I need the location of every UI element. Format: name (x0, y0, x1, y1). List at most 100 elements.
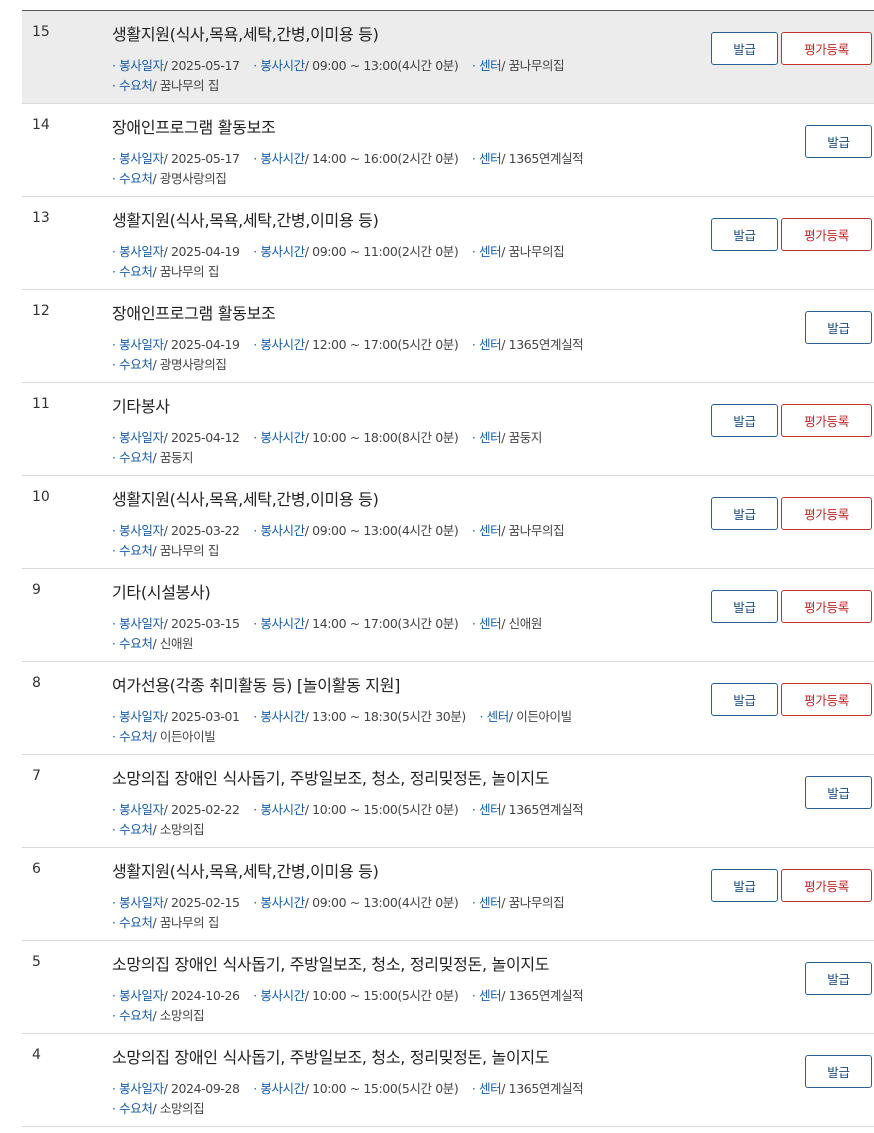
volunteer-time: 12:00 ~ 17:00(5시간 0분) (312, 337, 459, 352)
volunteer-time: 13:00 ~ 18:30(5시간 30분) (312, 709, 466, 724)
volunteer-time: 10:00 ~ 15:00(5시간 0분) (312, 802, 459, 817)
list-item: 7 소망의집 장애인 식사돕기, 주방일보조, 청소, 정리밎정돈, 놀이지도 … (22, 755, 874, 848)
recipient-name: 꿈나무의 집 (159, 543, 219, 558)
issue-certificate-button[interactable]: 발급 (805, 1055, 872, 1088)
activity-title: 기타(시설봉사) (112, 583, 211, 602)
list-item: 4 소망의집 장애인 식사돕기, 주방일보조, 청소, 정리밎정돈, 놀이지도 … (22, 1034, 874, 1127)
activity-title: 장애인프로그램 활동보조 (112, 304, 276, 323)
record-meta-line: · 봉사일자/ 2025-03-22 · 봉사시간/ 09:00 ~ 13:00… (112, 523, 565, 538)
volunteer-time: 10:00 ~ 15:00(5시간 0분) (312, 1081, 459, 1096)
center-name: 꿈나무의집 (508, 523, 565, 538)
recipient-name: 이든아이빌 (159, 729, 216, 744)
record-number: 13 (32, 210, 50, 226)
activity-title: 소망의집 장애인 식사돕기, 주방일보조, 청소, 정리밎정돈, 놀이지도 (112, 769, 550, 788)
recipient-name: 소망의집 (159, 1101, 205, 1116)
recipient-label: · 수요처 (112, 729, 153, 744)
record-meta-line: · 봉사일자/ 2024-10-26 · 봉사시간/ 10:00 ~ 15:00… (112, 988, 584, 1003)
record-recipient-line: · 수요처/ 꿈나무의 집 (112, 264, 219, 279)
record-meta-line: · 봉사일자/ 2025-02-22 · 봉사시간/ 10:00 ~ 15:00… (112, 802, 584, 817)
date-label: · 봉사일자 (112, 895, 164, 910)
issue-certificate-button[interactable]: 발급 (805, 962, 872, 995)
date-label: · 봉사일자 (112, 58, 164, 73)
volunteer-date: 2025-02-22 (170, 802, 240, 817)
recipient-label: · 수요처 (112, 636, 153, 651)
date-label: · 봉사일자 (112, 1081, 164, 1096)
register-evaluation-button[interactable]: 평가등록 (781, 683, 872, 716)
register-evaluation-button[interactable]: 평가등록 (781, 590, 872, 623)
volunteer-date: 2025-03-22 (170, 523, 240, 538)
issue-certificate-button[interactable]: 발급 (711, 590, 778, 623)
center-name: 1365연계실적 (508, 337, 584, 352)
center-label: · 센터 (471, 616, 502, 631)
volunteer-record-list: 15 생활지원(식사,목욕,세탁,간병,이미용 등) · 봉사일자/ 2025-… (22, 10, 874, 1127)
time-label: · 봉사시간 (253, 895, 305, 910)
recipient-label: · 수요처 (112, 171, 153, 186)
register-evaluation-button[interactable]: 평가등록 (781, 869, 872, 902)
activity-title: 소망의집 장애인 식사돕기, 주방일보조, 청소, 정리밎정돈, 놀이지도 (112, 955, 550, 974)
record-recipient-line: · 수요처/ 광명사랑의집 (112, 171, 227, 186)
register-evaluation-button[interactable]: 평가등록 (781, 497, 872, 530)
recipient-name: 꿈나무의 집 (159, 264, 219, 279)
center-name: 신애원 (508, 616, 543, 631)
date-label: · 봉사일자 (112, 802, 164, 817)
record-recipient-line: · 수요처/ 소망의집 (112, 1101, 205, 1116)
time-label: · 봉사시간 (253, 616, 305, 631)
center-label: · 센터 (471, 802, 502, 817)
activity-title: 소망의집 장애인 식사돕기, 주방일보조, 청소, 정리밎정돈, 놀이지도 (112, 1048, 550, 1067)
issue-certificate-button[interactable]: 발급 (711, 32, 778, 65)
recipient-label: · 수요처 (112, 1008, 153, 1023)
time-label: · 봉사시간 (253, 151, 305, 166)
date-label: · 봉사일자 (112, 616, 164, 631)
issue-certificate-button[interactable]: 발급 (711, 683, 778, 716)
center-label: · 센터 (471, 151, 502, 166)
volunteer-date: 2025-05-17 (170, 151, 240, 166)
recipient-name: 신애원 (159, 636, 194, 651)
issue-certificate-button[interactable]: 발급 (711, 218, 778, 251)
volunteer-date: 2025-03-15 (170, 616, 240, 631)
recipient-name: 꿈둥지 (159, 450, 194, 465)
issue-certificate-button[interactable]: 발급 (711, 869, 778, 902)
volunteer-time: 10:00 ~ 15:00(5시간 0분) (312, 988, 459, 1003)
record-meta-line: · 봉사일자/ 2025-05-17 · 봉사시간/ 14:00 ~ 16:00… (112, 151, 584, 166)
record-recipient-line: · 수요처/ 신애원 (112, 636, 194, 651)
center-name: 1365연계실적 (508, 1081, 584, 1096)
volunteer-date: 2025-05-17 (170, 58, 240, 73)
volunteer-time: 09:00 ~ 13:00(4시간 0분) (312, 523, 459, 538)
list-item: 15 생활지원(식사,목욕,세탁,간병,이미용 등) · 봉사일자/ 2025-… (22, 11, 874, 104)
recipient-name: 꿈나무의 집 (159, 915, 219, 930)
recipient-label: · 수요처 (112, 822, 153, 837)
center-name: 꿈둥지 (508, 430, 543, 445)
record-number: 10 (32, 489, 50, 505)
record-meta-line: · 봉사일자/ 2025-04-19 · 봉사시간/ 12:00 ~ 17:00… (112, 337, 584, 352)
activity-title: 생활지원(식사,목욕,세탁,간병,이미용 등) (112, 25, 379, 44)
register-evaluation-button[interactable]: 평가등록 (781, 404, 872, 437)
activity-title: 생활지원(식사,목욕,세탁,간병,이미용 등) (112, 211, 379, 230)
center-name: 꿈나무의집 (508, 244, 565, 259)
record-number: 12 (32, 303, 50, 319)
center-label: · 센터 (471, 58, 502, 73)
record-meta-line: · 봉사일자/ 2025-04-19 · 봉사시간/ 09:00 ~ 11:00… (112, 244, 565, 259)
register-evaluation-button[interactable]: 평가등록 (781, 32, 872, 65)
issue-certificate-button[interactable]: 발급 (805, 125, 872, 158)
record-meta-line: · 봉사일자/ 2025-04-12 · 봉사시간/ 10:00 ~ 18:00… (112, 430, 543, 445)
center-name: 1365연계실적 (508, 802, 584, 817)
issue-certificate-button[interactable]: 발급 (805, 776, 872, 809)
time-label: · 봉사시간 (253, 523, 305, 538)
list-item: 14 장애인프로그램 활동보조 · 봉사일자/ 2025-05-17 · 봉사시… (22, 104, 874, 197)
volunteer-time: 10:00 ~ 18:00(8시간 0분) (312, 430, 459, 445)
center-label: · 센터 (471, 244, 502, 259)
recipient-name: 소망의집 (159, 822, 205, 837)
list-item: 12 장애인프로그램 활동보조 · 봉사일자/ 2025-04-19 · 봉사시… (22, 290, 874, 383)
record-number: 4 (32, 1047, 41, 1063)
issue-certificate-button[interactable]: 발급 (805, 311, 872, 344)
issue-certificate-button[interactable]: 발급 (711, 497, 778, 530)
issue-certificate-button[interactable]: 발급 (711, 404, 778, 437)
record-meta-line: · 봉사일자/ 2025-03-01 · 봉사시간/ 13:00 ~ 18:30… (112, 709, 572, 724)
recipient-label: · 수요처 (112, 1101, 153, 1116)
date-label: · 봉사일자 (112, 337, 164, 352)
center-name: 1365연계실적 (508, 988, 584, 1003)
register-evaluation-button[interactable]: 평가등록 (781, 218, 872, 251)
recipient-label: · 수요처 (112, 264, 153, 279)
record-number: 15 (32, 24, 50, 40)
list-item: 10 생활지원(식사,목욕,세탁,간병,이미용 등) · 봉사일자/ 2025-… (22, 476, 874, 569)
